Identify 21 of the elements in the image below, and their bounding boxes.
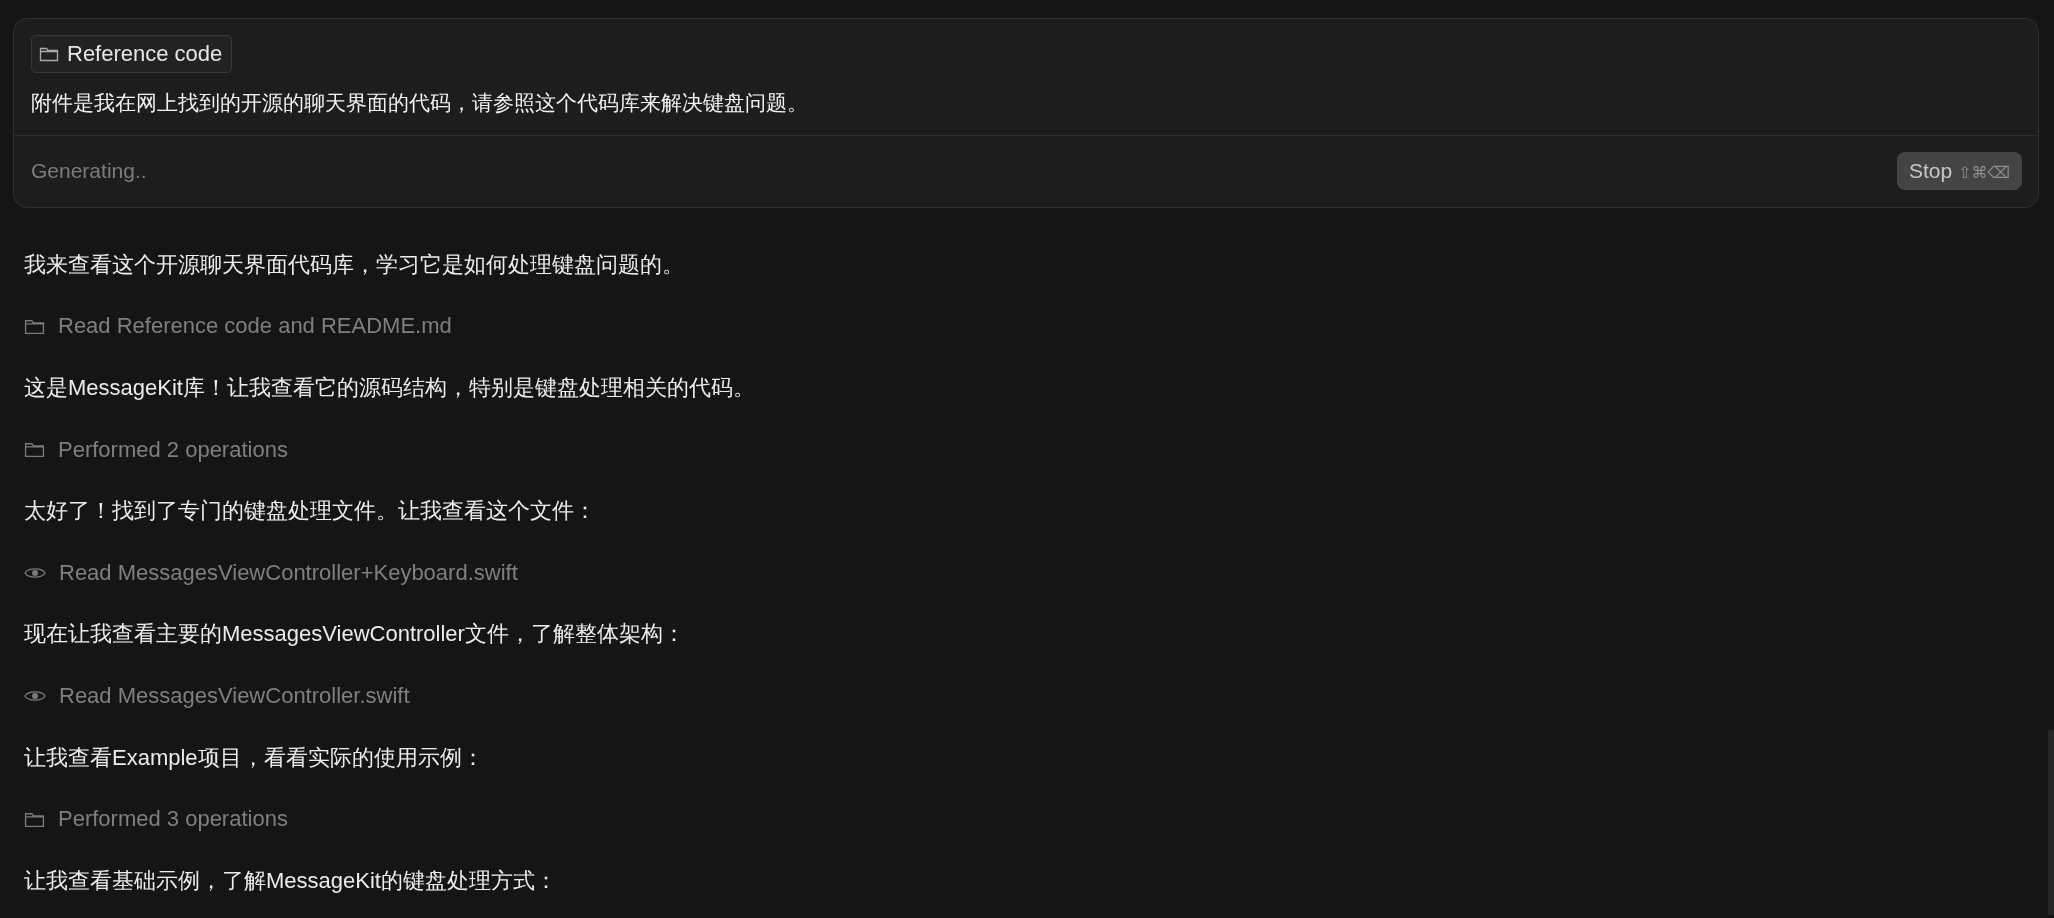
tool-step[interactable]: Performed 2 operations [58,436,288,463]
tool-step[interactable]: Read Reference code and README.md [58,313,452,340]
assistant-message: 我来查看这个开源聊天界面代码库，学习它是如何处理键盘问题的。 [24,250,685,279]
folder-icon [24,441,45,459]
folder-icon [24,317,45,335]
assistant-message: 让我查看基础示例，了解MessageKit的键盘处理方式： [24,866,558,895]
attachment-chip[interactable]: Reference code [31,35,233,73]
assistant-message: 现在让我查看主要的MessagesViewController文件，了解整体架构： [24,620,686,649]
assistant-message: 这是MessageKit库！让我查看它的源码结构，特别是键盘处理相关的代码。 [24,374,756,402]
eye-icon [24,688,46,703]
tool-step[interactable]: Read MessagesViewController+Keyboard.swift [59,559,518,586]
tool-step[interactable]: Read MessagesViewController.swift [59,682,410,709]
folder-icon [39,46,59,62]
assistant-message: 让我查看Example项目，看看实际的使用示例： [24,743,485,772]
eye-icon [24,565,46,580]
stop-button[interactable]: Stop ⇧⌘⌫ [1896,152,2022,190]
message-text: 附件是我在网上找到的开源的聊天界面的代码，请参照这个代码库来解决键盘问题。 [31,90,809,116]
folder-icon [24,810,45,828]
tool-step[interactable]: Performed 3 operations [58,806,288,833]
assistant-message: 太好了！找到了专门的键盘处理文件。让我查看这个文件： [24,497,597,526]
status-text: Generating.. [31,159,147,183]
